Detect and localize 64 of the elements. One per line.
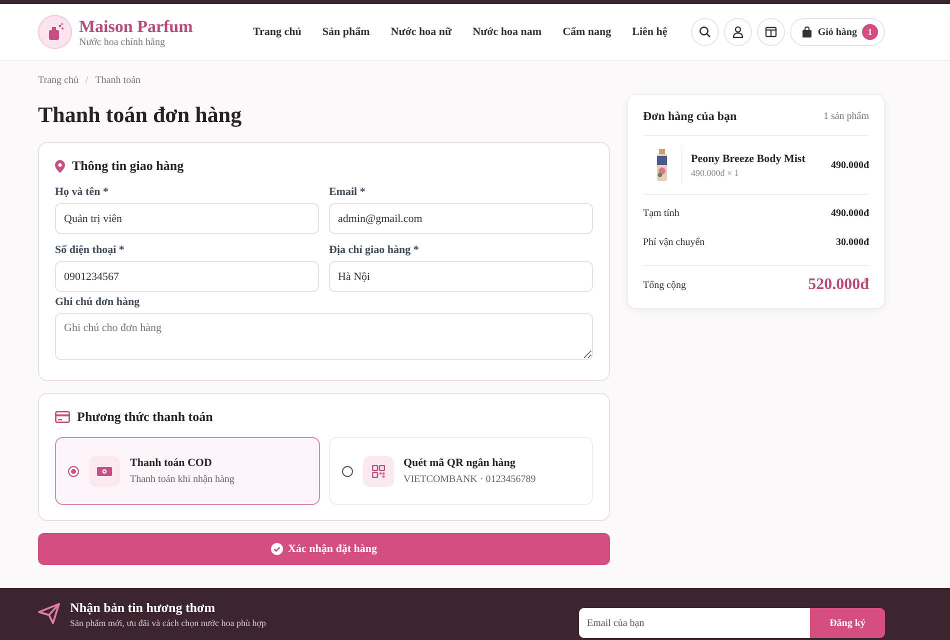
summary-value: 490.000đ: [830, 208, 869, 219]
page-title: Thanh toán đơn hàng: [38, 102, 243, 128]
radio-button[interactable]: [68, 466, 79, 476]
qr-code-icon: [372, 464, 384, 478]
option-subtitle: VIETCOMBANK · 0123456789: [404, 474, 536, 485]
field-label: Ghi chú đơn hàng: [55, 296, 141, 308]
layout-button[interactable]: [756, 18, 785, 46]
payment-option[interactable]: Thanh toán COD Thanh toán khi nhận hàng: [55, 437, 320, 505]
nav-link[interactable]: Cẩm nang: [562, 26, 612, 38]
summary-label: Tạm tính: [643, 208, 680, 219]
perfume-logo-icon: [38, 15, 72, 49]
total-value: 520.000đ: [808, 276, 869, 294]
check-circle-icon: [271, 543, 284, 555]
nav-link[interactable]: Nước hoa nam: [472, 26, 542, 38]
product-quantity: 490.000đ × 1: [691, 168, 740, 178]
user-icon: [732, 26, 744, 38]
option-title: Quét mã QR ngân hàng: [404, 457, 516, 469]
paper-plane-icon: [38, 603, 60, 625]
account-button[interactable]: [724, 18, 752, 46]
breadcrumb-separator: /: [85, 75, 88, 86]
cash-icon: [97, 466, 112, 476]
summary-label: Phí vận chuyển: [643, 237, 705, 248]
newsletter-text: Sản phẩm mới, ưu đãi và cách chọn nước hoa phù hợp: [70, 618, 266, 628]
summary-value: 30.000đ: [836, 237, 869, 248]
note-field[interactable]: Ghi chú cho đơn hàng: [55, 313, 593, 360]
summary-heading: Đơn hàng của bạn: [643, 109, 737, 124]
input-field[interactable]: admin@gmail.com: [329, 203, 593, 234]
subscribe-button[interactable]: Đăng ký: [810, 608, 885, 638]
breadcrumb-link[interactable]: Thanh toán: [95, 75, 141, 86]
email-field[interactable]: Email của bạn: [579, 608, 810, 638]
bag-icon: [800, 26, 813, 38]
section-heading: Phương thức thanh toán: [77, 409, 213, 425]
nav-link[interactable]: Sản phẩm: [322, 26, 370, 38]
field-label: Họ và tên *: [55, 186, 110, 198]
brand-tagline: Nước hoa chính hãng: [79, 36, 166, 48]
payment-option[interactable]: Quét mã QR ngân hàng VIETCOMBANK · 0123456789: [328, 437, 593, 505]
field-label: Email *: [329, 186, 366, 198]
cart-count-badge: 1: [862, 24, 878, 40]
cart-button[interactable]: Giỏ hàng 1: [790, 18, 885, 46]
nav-link[interactable]: Trang chủ: [253, 26, 302, 38]
product-name: Peony Breeze Body Mist: [691, 152, 806, 164]
field-label: Địa chỉ giao hàng *: [329, 244, 420, 256]
section-heading: Thông tin giao hàng: [72, 158, 184, 174]
item-count: 1 sản phẩm: [823, 111, 869, 122]
option-subtitle: Thanh toán khi nhận hàng: [130, 474, 234, 485]
search-icon: [698, 26, 711, 38]
input-field[interactable]: 0901234567: [55, 261, 319, 292]
field-label: Số điện thoại *: [55, 244, 126, 256]
breadcrumb-link[interactable]: Trang chủ: [38, 75, 78, 86]
location-pin-icon: [55, 160, 65, 172]
input-field[interactable]: Quản trị viên: [55, 203, 319, 234]
newsletter-heading: Nhận bản tin hương thơm: [70, 600, 216, 616]
nav-link[interactable]: Nước hoa nữ: [390, 26, 452, 38]
card-icon: [55, 411, 70, 423]
input-field[interactable]: Hà Nội: [329, 261, 593, 292]
option-title: Thanh toán COD: [130, 457, 213, 469]
nav-link[interactable]: Liên hệ: [632, 26, 668, 38]
brand-name[interactable]: Maison Parfum: [79, 16, 193, 36]
radio-button[interactable]: [342, 466, 352, 476]
confirm-order-button[interactable]: Xác nhận đặt hàng: [38, 533, 610, 565]
product-price: 490.000đ: [830, 160, 869, 170]
search-button[interactable]: [690, 18, 719, 46]
total-label: Tổng cộng: [643, 280, 686, 290]
columns-icon: [764, 26, 777, 38]
